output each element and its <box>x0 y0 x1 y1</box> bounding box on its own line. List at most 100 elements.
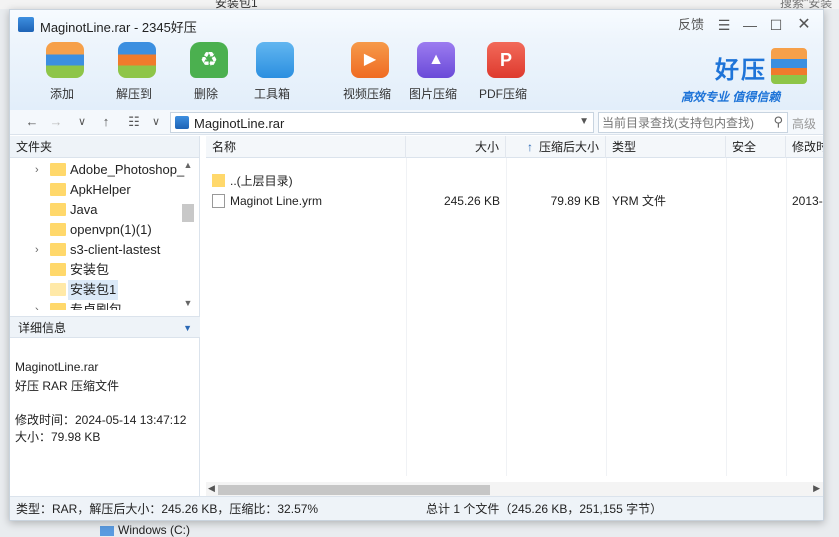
details-size: 大小：79.98 KB <box>15 430 101 444</box>
column-type-label: 类型 <box>612 140 637 154</box>
up-icon[interactable]: ↑ <box>96 113 116 131</box>
pdf-icon: P <box>487 42 525 78</box>
scroll-right-icon[interactable]: ▶ <box>813 483 820 494</box>
scroll-down-icon[interactable]: ▼ <box>182 298 194 308</box>
scroll-thumb[interactable] <box>182 204 194 222</box>
maximize-icon[interactable]: ☐ <box>762 14 790 36</box>
column-name-label: 名称 <box>212 140 237 154</box>
recycle-bin-icon: ♻ <box>190 42 228 78</box>
column-modified[interactable]: 修改时 <box>786 136 823 158</box>
file-name: Maginot Line.yrm <box>230 194 323 208</box>
toolbox-button[interactable]: 工具箱 <box>239 40 305 110</box>
column-size[interactable]: 大小 <box>406 136 506 158</box>
advanced-search-button[interactable]: 高级 <box>792 115 816 132</box>
close-icon[interactable]: ✕ <box>790 14 818 36</box>
drive-icon <box>100 525 114 536</box>
brand-logo: 好压 高效专业 值得信赖 <box>673 46 813 106</box>
chevron-right-icon[interactable]: › <box>35 300 39 310</box>
image-compress-button[interactable]: ▲ 图片压缩 <box>400 40 466 110</box>
minimize-icon[interactable]: — <box>736 14 764 36</box>
search-icon[interactable]: ⚲ <box>773 114 783 130</box>
path-field[interactable]: MaginotLine.rar ▼ <box>170 112 594 133</box>
folder-label: 安装包 <box>70 262 110 277</box>
file-list: 名称 大小 ↑ 压缩后大小 类型 安全 修改时 ..(上层目录) <box>206 136 823 498</box>
folder-icon <box>50 203 66 216</box>
parent-directory-row[interactable]: ..(上层目录) <box>206 171 823 191</box>
chevron-right-icon[interactable]: › <box>35 240 39 260</box>
folder-icon <box>50 163 66 176</box>
feedback-button[interactable]: 反馈 <box>674 14 708 36</box>
background-drive-item: Windows (C:) <box>100 523 190 537</box>
folder-tree-scrollbar[interactable]: ▲ ▼ <box>182 160 194 308</box>
file-modified: 2013- <box>792 194 823 208</box>
details-header-label: 详细信息 <box>18 321 67 335</box>
menu-icon[interactable]: ☰ <box>710 14 738 36</box>
extract-icon <box>118 42 156 78</box>
back-icon[interactable]: ← <box>22 113 42 131</box>
folder-label: 安装包1 <box>68 280 119 300</box>
path-dropdown-icon[interactable]: ▼ <box>579 116 589 127</box>
image-compress-label: 图片压缩 <box>408 87 457 101</box>
address-bar: ← → ∨ ↑ ☷ ∨ MaginotLine.rar ▼ ⚲ 高级 <box>10 110 823 135</box>
status-bar: 类型：RAR，解压后大小：245.26 KB，压缩比：32.57% 总计 1 个… <box>10 496 823 520</box>
folder-label: Adobe_Photoshop_ <box>70 162 185 177</box>
folder-label: 专卓刷包 <box>70 302 123 310</box>
folder-label: ApkHelper <box>70 182 131 197</box>
folder-icon <box>50 263 66 276</box>
details-modified: 修改时间：2024-05-14 13:47:12 <box>15 413 187 427</box>
sort-ascending-icon: ↑ <box>526 140 533 154</box>
delete-button[interactable]: ♻ 删除 <box>173 40 239 110</box>
archive-icon <box>175 116 189 129</box>
folder-icon <box>50 243 66 256</box>
image-icon: ▲ <box>417 42 455 78</box>
brand-name: 好压 <box>715 57 767 84</box>
folders-header: 文件夹 <box>10 136 199 158</box>
video-compress-label: 视频压缩 <box>342 87 391 101</box>
folder-label: Java <box>70 202 98 217</box>
scroll-thumb[interactable] <box>218 485 490 495</box>
extract-label: 解压到 <box>115 87 152 101</box>
details-filetype: 好压 RAR 压缩文件 <box>15 379 120 393</box>
folder-tree: › Adobe_Photoshop_ ApkHelper Java openvp… <box>10 158 200 310</box>
forward-icon[interactable]: → <box>46 113 66 131</box>
folder-label: openvpn(1)(1) <box>70 222 152 237</box>
video-compress-button[interactable]: ▶ 视频压缩 <box>334 40 400 110</box>
history-dropdown-icon[interactable]: ∨ <box>72 113 92 131</box>
pdf-compress-button[interactable]: P PDF压缩 <box>470 40 536 110</box>
status-archive-info: 类型：RAR，解压后大小：245.26 KB，压缩比：32.57% <box>16 502 319 516</box>
details-header[interactable]: 详细信息 ▼ <box>10 316 200 338</box>
column-size-label: 大小 <box>474 140 499 154</box>
parent-directory-label: ..(上层目录) <box>230 174 293 188</box>
brand-box-icon <box>771 48 807 84</box>
chevron-right-icon[interactable]: › <box>35 160 39 180</box>
collapse-icon[interactable]: ▼ <box>183 317 192 339</box>
column-security[interactable]: 安全 <box>726 136 786 158</box>
search-input[interactable] <box>599 113 759 132</box>
folder-icon <box>50 223 66 236</box>
brand-slogan: 高效专业 值得信赖 <box>681 90 781 104</box>
column-type[interactable]: 类型 <box>606 136 726 158</box>
file-size: 245.26 KB <box>443 194 500 208</box>
extract-to-button[interactable]: 解压到 <box>101 40 167 110</box>
search-box: ⚲ <box>598 112 788 133</box>
left-panel: 文件夹 › Adobe_Photoshop_ ApkHelper Java op… <box>10 136 200 498</box>
delete-label: 删除 <box>193 87 218 101</box>
column-name[interactable]: 名称 <box>206 136 406 158</box>
add-button[interactable]: 添加 <box>29 40 95 110</box>
folder-label: s3-client-lastest <box>70 242 161 257</box>
scroll-up-icon[interactable]: ▲ <box>182 160 194 170</box>
add-archive-icon <box>46 42 84 78</box>
pdf-compress-label: PDF压缩 <box>478 87 527 101</box>
file-packed-size: 79.89 KB <box>550 194 600 208</box>
view-mode-icon[interactable]: ☷ <box>124 113 144 131</box>
scroll-left-icon[interactable]: ◀ <box>208 483 215 494</box>
table-row[interactable]: Maginot Line.yrm 245.26 KB 79.89 KB YRM … <box>206 191 823 211</box>
column-packed-size[interactable]: ↑ 压缩后大小 <box>506 136 606 158</box>
view-mode-dropdown-icon[interactable]: ∨ <box>146 113 166 131</box>
folder-icon <box>50 303 66 310</box>
column-header-row: 名称 大小 ↑ 压缩后大小 类型 安全 修改时 <box>206 136 823 158</box>
archive-icon <box>18 17 34 32</box>
add-label: 添加 <box>49 87 74 101</box>
status-total-info: 总计 1 个文件（245.26 KB，251,155 字节） <box>426 502 663 516</box>
folder-icon <box>50 183 66 196</box>
